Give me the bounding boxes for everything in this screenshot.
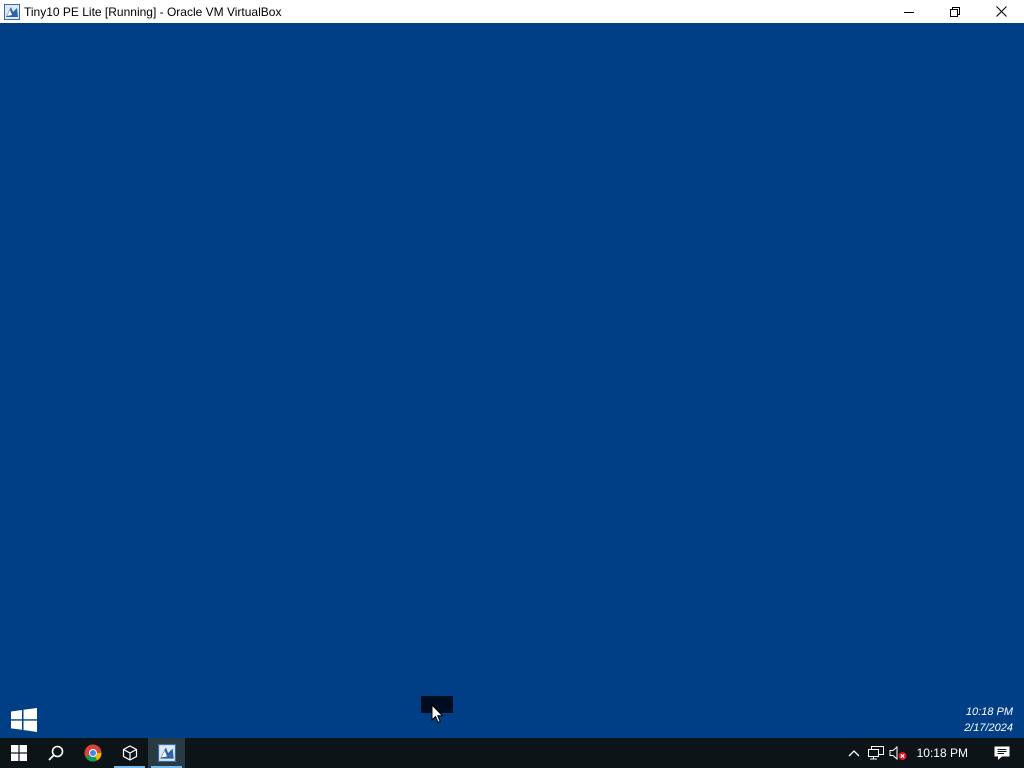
restore-button[interactable]	[932, 0, 978, 23]
virtualbox-icon	[4, 3, 20, 20]
minimize-button[interactable]	[886, 0, 932, 23]
volume-muted-icon	[889, 746, 907, 760]
search-icon	[47, 745, 63, 761]
close-icon	[995, 6, 1007, 17]
window-title: Tiny10 PE Lite [Running] - Oracle VM Vir…	[24, 4, 282, 19]
windows-logo-icon	[11, 708, 37, 732]
taskbar: 10:18 PM	[0, 738, 1024, 768]
search-button[interactable]	[37, 738, 74, 768]
mouse-cursor-icon	[431, 704, 444, 724]
chrome-icon	[84, 744, 102, 762]
network-icon	[867, 746, 884, 760]
virtualbox-icon	[157, 744, 176, 762]
desktop-clock-overlay: 10:18 PM 2/17/2024	[964, 704, 1013, 736]
network-tray-button[interactable]	[865, 738, 887, 768]
show-hidden-icons-button[interactable]	[843, 738, 865, 768]
action-center-icon	[994, 746, 1010, 760]
desktop-clock-date: 2/17/2024	[964, 722, 1013, 734]
start-button[interactable]	[0, 738, 37, 768]
window-titlebar[interactable]: Tiny10 PE Lite [Running] - Oracle VM Vir…	[0, 0, 1024, 23]
volume-tray-button[interactable]	[887, 738, 909, 768]
minimize-icon	[904, 11, 914, 13]
start-icon	[10, 745, 27, 761]
virtualbox-taskbar-button[interactable]	[148, 738, 185, 768]
taskbar-clock[interactable]: 10:18 PM	[909, 746, 980, 760]
guest-desktop[interactable]: 10:18 PM 2/17/2024	[0, 23, 1024, 738]
3d-box-icon	[122, 745, 137, 761]
action-center-button[interactable]	[980, 738, 1024, 768]
3d-viewer-button[interactable]	[111, 738, 148, 768]
desktop-clock-time: 10:18 PM	[965, 706, 1013, 718]
system-tray: 10:18 PM	[843, 738, 1024, 768]
close-button[interactable]	[978, 0, 1024, 23]
chevron-up-icon	[848, 750, 860, 757]
restore-icon	[950, 6, 960, 17]
chrome-button[interactable]	[74, 738, 111, 768]
